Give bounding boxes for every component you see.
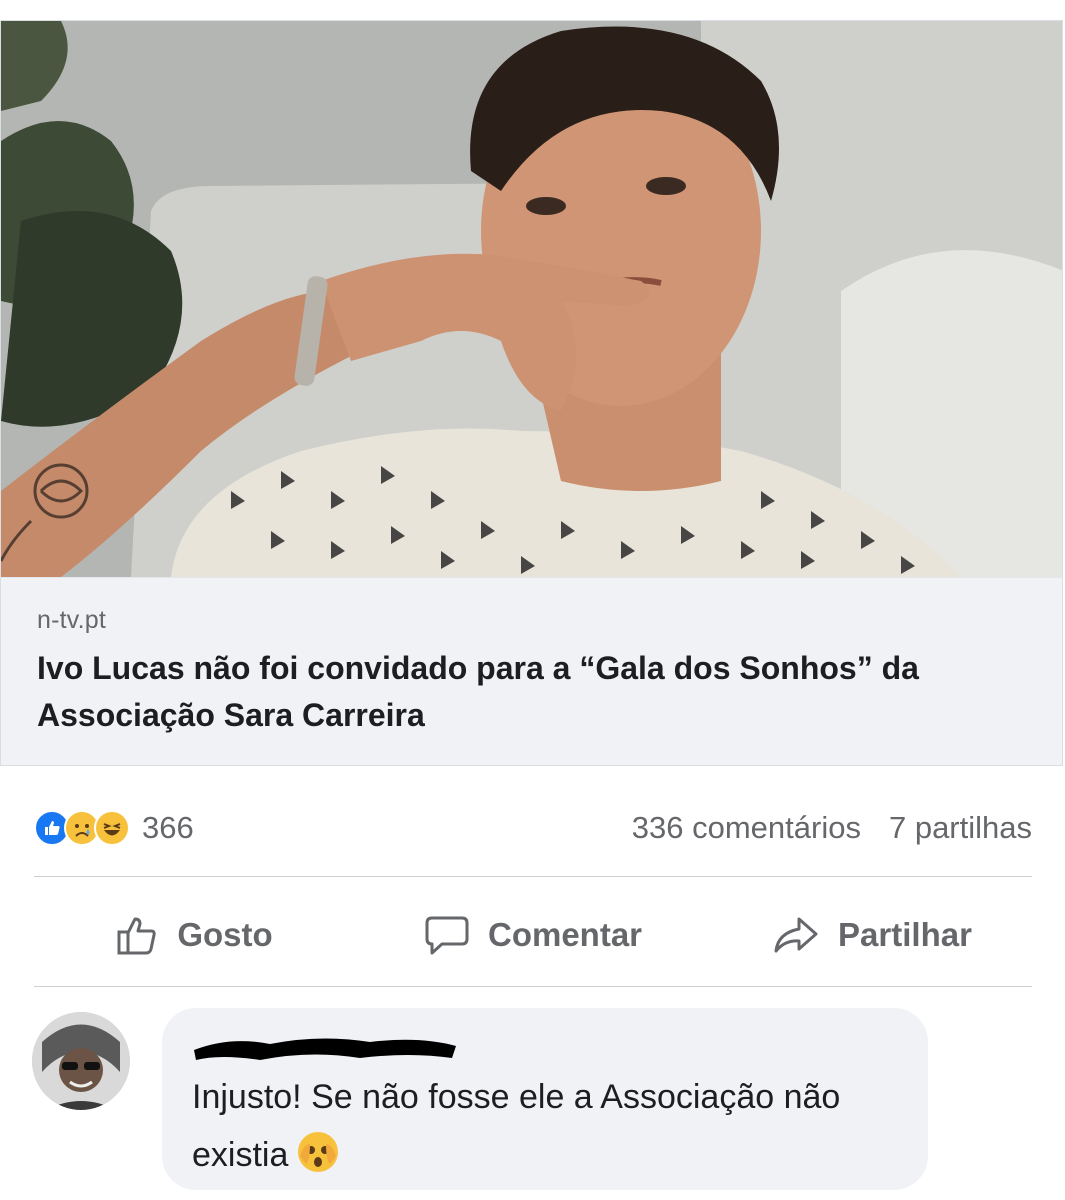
shocked-face-emoji-icon (296, 1130, 340, 1192)
comment-author[interactable] (192, 1034, 898, 1064)
reaction-icons (34, 810, 130, 846)
profile-photo (32, 1012, 130, 1110)
comment-item: Injusto! Se não fosse ele a Associação n… (32, 1008, 1032, 1200)
comment-button[interactable]: Comentar (373, 895, 693, 975)
link-domain: n-tv.pt (37, 606, 107, 634)
haha-reaction-icon (94, 810, 130, 846)
link-preview-meta[interactable]: n-tv.pt Ivo Lucas não foi convidado para… (1, 577, 1062, 765)
post-actions: Gosto Comentar Partilhar (34, 888, 1032, 982)
share-button[interactable]: Partilhar (712, 895, 1032, 975)
avatar[interactable] (32, 1012, 130, 1110)
share-arrow-icon (774, 917, 818, 953)
reaction-count[interactable]: 366 (142, 810, 194, 846)
link-preview-image[interactable] (1, 21, 1062, 577)
comment-icon (425, 916, 469, 955)
divider-top (34, 876, 1032, 877)
comment-bubble[interactable]: Injusto! Se não fosse ele a Associação n… (162, 1008, 928, 1190)
like-button[interactable]: Gosto (34, 895, 354, 975)
link-preview-card[interactable]: n-tv.pt Ivo Lucas não foi convidado para… (0, 20, 1063, 766)
post-stats-row: 366 336 comentários 7 partilhas (34, 804, 1032, 852)
link-headline[interactable]: Ivo Lucas não foi convidado para a “Gala… (37, 645, 937, 739)
share-button-label: Partilhar (838, 916, 972, 953)
shares-count[interactable]: 7 partilhas (889, 810, 1032, 846)
facebook-post: n-tv.pt Ivo Lucas não foi convidado para… (0, 0, 1065, 1200)
comment-text: Injusto! Se não fosse ele a Associação n… (192, 1068, 898, 1192)
photo-icon (1, 21, 1062, 577)
redaction-scribble (194, 1038, 456, 1060)
post-counts: 336 comentários 7 partilhas (632, 810, 1032, 846)
comment-button-label: Comentar (487, 916, 643, 953)
comment-body: Injusto! Se não fosse ele a Associação n… (192, 1078, 841, 1174)
thumbs-up-icon (117, 917, 157, 955)
reactions-summary[interactable]: 366 (34, 810, 194, 846)
comments-count[interactable]: 336 comentários (632, 810, 861, 846)
divider-bottom (34, 986, 1032, 987)
like-button-label: Gosto (177, 916, 273, 953)
